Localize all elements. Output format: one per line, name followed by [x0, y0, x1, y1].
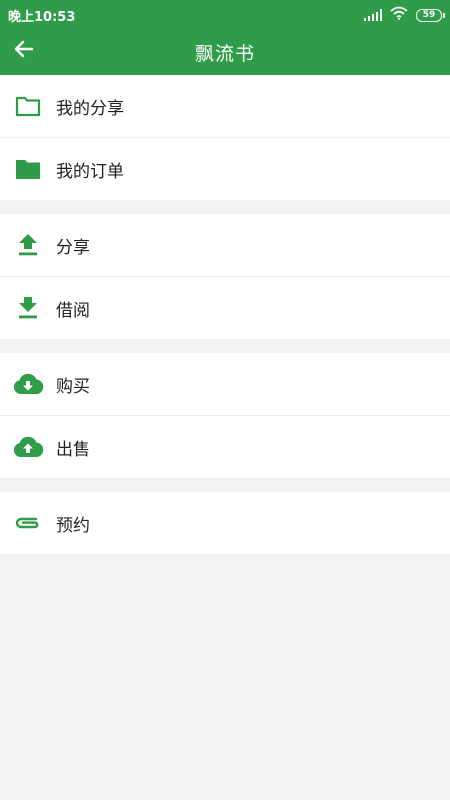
menu-item-label: 我的分享	[56, 98, 124, 119]
status-time: 晚上10:53	[8, 9, 76, 25]
paperclip-icon	[0, 515, 56, 531]
menu-group-mine: 我的分享 我的订单	[0, 75, 450, 200]
menu-item-share[interactable]: 分享	[0, 214, 450, 277]
menu-group-buy-sell: 购买 出售	[0, 353, 450, 478]
menu-item-label: 借阅	[56, 300, 90, 321]
menu-item-label: 分享	[56, 237, 90, 258]
menu-item-label: 购买	[56, 376, 90, 397]
menu-item-buy[interactable]: 购买	[0, 353, 450, 416]
upload-icon	[0, 233, 56, 257]
cloud-download-icon	[0, 373, 56, 395]
folder-filled-icon	[0, 158, 56, 180]
battery-level: 59	[422, 9, 436, 20]
menu-group-reserve: 预约	[0, 492, 450, 554]
back-button[interactable]	[8, 35, 40, 67]
cloud-upload-icon	[0, 436, 56, 458]
title-bar: 飘流书	[0, 30, 450, 75]
status-bar: 晚上10:53 59	[0, 0, 450, 30]
menu-item-borrow[interactable]: 借阅	[0, 277, 450, 339]
menu-item-label: 预约	[56, 515, 90, 536]
menu-item-label: 出售	[56, 439, 90, 460]
signal-icon	[364, 9, 382, 21]
folder-outline-icon	[0, 95, 56, 117]
status-icons: 59	[364, 6, 445, 24]
arrow-left-icon	[12, 37, 36, 65]
wifi-icon	[390, 6, 408, 24]
menu-item-sell[interactable]: 出售	[0, 416, 450, 478]
menu-group-share-borrow: 分享 借阅	[0, 214, 450, 339]
menu-item-my-shares[interactable]: 我的分享	[0, 75, 450, 138]
page-title: 飘流书	[194, 43, 255, 65]
menu-item-label: 我的订单	[56, 161, 124, 182]
menu-item-reserve[interactable]: 预约	[0, 492, 450, 554]
app-header: 晚上10:53 59 飘流书	[0, 0, 450, 75]
download-icon	[0, 296, 56, 320]
menu-item-my-orders[interactable]: 我的订单	[0, 138, 450, 200]
battery-icon: 59	[416, 8, 445, 22]
